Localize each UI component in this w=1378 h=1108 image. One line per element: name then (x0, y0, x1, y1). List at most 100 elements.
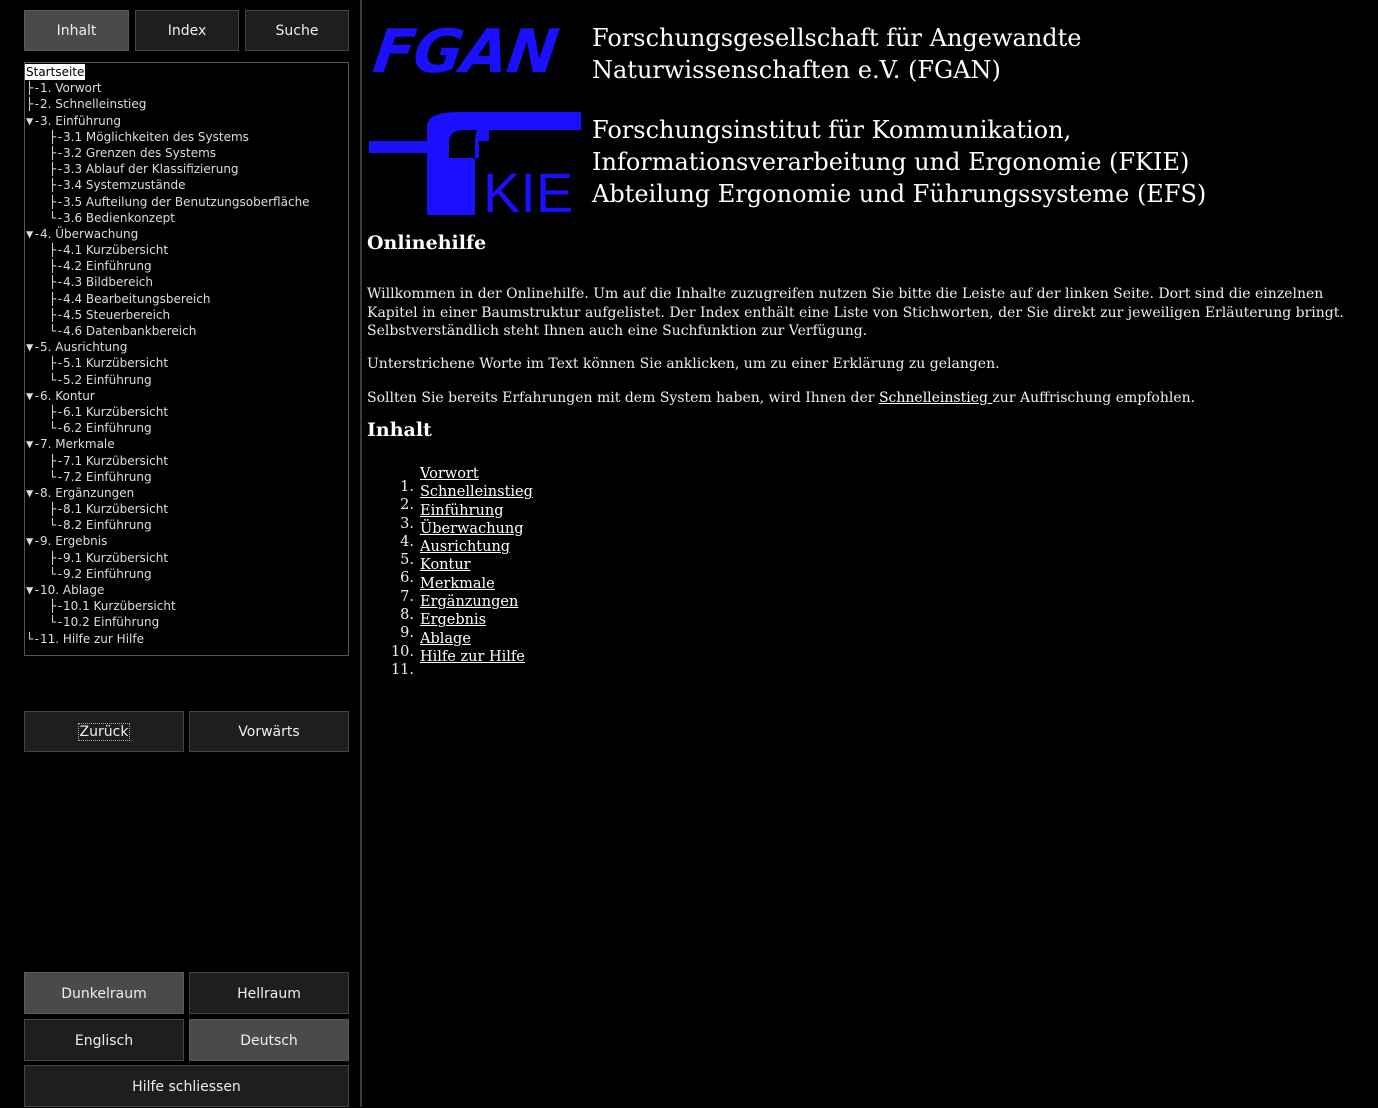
toc-link[interactable]: Einführung (420, 503, 504, 519)
tree-item[interactable]: ▼- 4. Überwachung (25, 226, 348, 242)
close-help-label: Hilfe schliessen (132, 1079, 241, 1095)
recommend-text-end: zur Auffrischung empfohlen. (992, 390, 1196, 406)
tree-connector-icon: └- (49, 566, 64, 581)
expand-arrow-icon[interactable]: ▼- (26, 339, 40, 355)
tree-item[interactable]: ├- 3.3 Ablauf der Klassifizierung (25, 161, 348, 177)
tree-item[interactable]: Startseite (25, 64, 348, 81)
tree-item-label: 4.4 Bearbeitungsbereich (63, 291, 211, 306)
tree-item[interactable]: ▼- 10. Ablage (25, 582, 348, 598)
fgan-logo: FGAN (369, 17, 562, 87)
forward-button[interactable]: Vorwärts (189, 711, 349, 752)
tree-item[interactable]: ▼- 8. Ergänzungen (25, 485, 348, 501)
tree-item[interactable]: ├- 6.1 Kurzübersicht (25, 404, 348, 420)
tree-connector-icon: ├- (49, 275, 64, 290)
tree-item[interactable]: ├- 3.2 Grenzen des Systems (25, 145, 348, 161)
tree-connector-icon: └- (49, 372, 64, 387)
fgan-line-1: Forschungsgesellschaft für Angewandte (592, 24, 1082, 52)
tree-item[interactable]: ▼- 7. Merkmale (25, 436, 348, 452)
page-title: Onlinehilfe (367, 232, 487, 254)
tab-suche[interactable]: Suche (245, 10, 349, 51)
tree-item[interactable]: ├- 10.1 Kurzübersicht (25, 598, 348, 614)
tree-item[interactable]: ├- 1. Vorwort (25, 80, 348, 96)
tree-item[interactable]: └- 11. Hilfe zur Hilfe (25, 631, 348, 647)
tree-item[interactable]: └- 9.2 Einführung (25, 566, 348, 582)
tree-item[interactable]: └- 5.2 Einführung (25, 372, 348, 388)
tree-item[interactable]: ├- 3.4 Systemzustände (25, 177, 348, 193)
forward-label: Vorwärts (238, 724, 300, 740)
tab-label: Index (167, 23, 207, 39)
toc-link[interactable]: Ergebnis (420, 612, 486, 628)
tree-item[interactable]: ├- 4.1 Kurzübersicht (25, 242, 348, 258)
toc-link[interactable]: Hilfe zur Hilfe (420, 649, 525, 665)
quickstart-link[interactable]: Schnelleinstieg (879, 390, 992, 406)
tree-item[interactable]: ├- 3.1 Möglichkeiten des Systems (25, 129, 348, 145)
tree-connector-icon: ├- (26, 97, 41, 112)
tree-connector-icon: ├- (49, 356, 64, 371)
tree-item[interactable]: └- 8.2 Einführung (25, 517, 348, 533)
tree-item[interactable]: ├- 2. Schnelleinstieg (25, 96, 348, 112)
toc-link[interactable]: Überwachung (420, 521, 524, 537)
toc-link[interactable]: Ergänzungen (420, 594, 518, 610)
toc-link[interactable]: Schnelleinstieg (420, 484, 533, 500)
tree-item[interactable]: ├- 3.5 Aufteilung der Benutzungsoberfläch… (25, 194, 348, 210)
toc-link[interactable]: Ablage (420, 631, 471, 647)
tree-item[interactable]: ├- 9.1 Kurzübersicht (25, 550, 348, 566)
tree-item-label: 2. Schnelleinstieg (40, 97, 147, 112)
expand-arrow-icon[interactable]: ▼- (26, 533, 40, 549)
tree-item[interactable]: ├- 4.5 Steuerbereich (25, 307, 348, 323)
tree-item-label: 4.3 Bildbereich (63, 275, 154, 290)
toc-number: 7. (400, 588, 414, 605)
back-button[interactable]: Zurück (24, 711, 184, 752)
tab-inhalt[interactable]: Inhalt (24, 10, 129, 51)
tree-item[interactable]: └- 3.6 Bedienkonzept (25, 210, 348, 226)
tree-item-label: 4.1 Kurzübersicht (63, 243, 169, 258)
english-button[interactable]: Englisch (24, 1019, 184, 1061)
tree-item[interactable]: ├- 4.2 Einführung (25, 258, 348, 274)
contents-tree: Startseite ├- 1. Vorwort ├- 2. Schnelleinsti… (24, 62, 349, 656)
tree-item[interactable]: └- 4.6 Datenbankbereich (25, 323, 348, 339)
tree-item[interactable]: ├- 4.3 Bildbereich (25, 274, 348, 290)
tree-item[interactable]: └- 6.2 Einführung (25, 420, 348, 436)
tab-label: Suche (275, 23, 319, 39)
german-button[interactable]: Deutsch (189, 1019, 349, 1061)
close-help-button[interactable]: Hilfe schliessen (24, 1065, 349, 1107)
recommend-text: Sollten Sie bereits Erfahrungen mit dem … (367, 390, 879, 406)
expand-arrow-icon[interactable]: ▼- (26, 113, 40, 129)
tree-item-label: 4.6 Datenbankbereich (63, 324, 197, 338)
tab-index[interactable]: Index (135, 10, 239, 51)
tree-connector-icon: └- (49, 324, 64, 338)
tree-item[interactable]: └- 7.2 Einführung (25, 469, 348, 485)
tree-item-label: 10.2 Einführung (63, 615, 160, 630)
tree-connector-icon: ├- (49, 129, 64, 144)
tree-item-label: 6.1 Kurzübersicht (63, 404, 169, 419)
darkroom-button[interactable]: Dunkelraum (24, 972, 184, 1014)
expand-arrow-icon[interactable]: ▼- (26, 226, 40, 242)
toc-number: 11. (390, 661, 414, 678)
tree-item-label: 4.5 Steuerbereich (63, 307, 171, 322)
brightroom-button[interactable]: Hellraum (189, 972, 349, 1014)
tree-item[interactable]: └- 10.2 Einführung (25, 614, 348, 630)
tree-item-label: 10. Ablage (40, 583, 105, 597)
toc-link[interactable]: Ausrichtung (420, 539, 510, 555)
tree-item[interactable]: ▼- 6. Kontur (25, 388, 348, 404)
toc-link[interactable]: Merkmale (420, 576, 495, 592)
expand-arrow-icon[interactable]: ▼- (26, 436, 40, 452)
tree-item-label: 8. Ergänzungen (40, 485, 135, 500)
expand-arrow-icon[interactable]: ▼- (26, 485, 40, 501)
tree-connector-icon: └- (49, 469, 64, 484)
tree-item[interactable]: ├- 5.1 Kurzübersicht (25, 355, 348, 371)
tree-item[interactable]: ▼- 5. Ausrichtung (25, 339, 348, 355)
tree-connector-icon: ├- (49, 194, 64, 209)
tree-item[interactable]: ├- 4.4 Bearbeitungsbereich (25, 291, 348, 307)
tree-item-label: 4. Überwachung (40, 226, 139, 241)
toc-link[interactable]: Kontur (420, 557, 471, 573)
tree-item[interactable]: ├- 8.1 Kurzübersicht (25, 501, 348, 517)
tree-connector-icon: ├- (26, 81, 41, 96)
expand-arrow-icon[interactable]: ▼- (26, 388, 40, 404)
toc-link[interactable]: Vorwort (420, 466, 479, 482)
expand-arrow-icon[interactable]: ▼- (26, 582, 40, 598)
tree-connector-icon: └- (49, 421, 64, 436)
tree-item[interactable]: ▼- 9. Ergebnis (25, 533, 348, 549)
tree-item[interactable]: ├- 7.1 Kurzübersicht (25, 453, 348, 469)
tree-item[interactable]: ▼- 3. Einführung (25, 113, 348, 129)
